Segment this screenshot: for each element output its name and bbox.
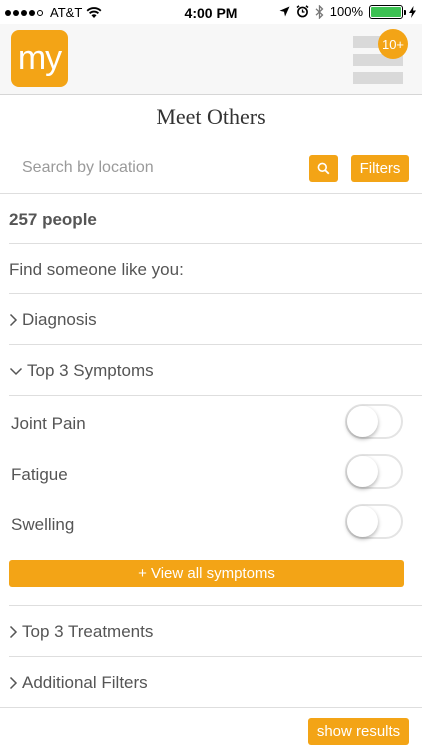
chevron-right-icon <box>9 676 18 690</box>
divider <box>9 605 422 606</box>
section-label: Diagnosis <box>22 310 97 329</box>
search-icon <box>317 162 330 175</box>
toggle-fatigue[interactable] <box>345 454 403 489</box>
battery-icon <box>369 4 406 19</box>
symptom-label-fatigue: Fatigue <box>11 465 68 484</box>
battery-percent: 100% <box>329 4 363 19</box>
section-treatments[interactable]: Top 3 Treatments <box>9 622 153 642</box>
charging-bolt-icon <box>409 5 416 18</box>
search-button[interactable] <box>309 155 338 182</box>
divider <box>9 656 422 657</box>
toggle-knob <box>347 456 378 487</box>
toggle-joint-pain[interactable] <box>345 404 403 439</box>
show-results-button[interactable]: show results <box>308 718 409 745</box>
page-title: Meet Others <box>156 104 266 129</box>
section-label: Additional Filters <box>22 673 148 692</box>
find-prompt: Find someone like you: <box>9 260 184 279</box>
section-diagnosis[interactable]: Diagnosis <box>9 310 97 330</box>
chevron-right-icon <box>9 625 18 639</box>
toggle-knob <box>347 506 378 537</box>
divider <box>9 395 422 396</box>
app-logo[interactable]: my <box>11 30 68 87</box>
chevron-down-icon <box>9 367 23 375</box>
search-input[interactable] <box>22 154 292 182</box>
bluetooth-icon <box>315 4 324 19</box>
filters-button[interactable]: Filters <box>351 155 409 182</box>
location-arrow-icon <box>279 6 290 17</box>
toggle-swelling[interactable] <box>345 504 403 539</box>
notification-badge[interactable]: 10+ <box>378 29 408 59</box>
section-label: Top 3 Symptoms <box>27 361 154 380</box>
divider <box>9 243 422 244</box>
app-header: my 10+ <box>0 24 422 95</box>
menu-bar <box>353 72 403 84</box>
divider <box>9 293 422 294</box>
divider <box>0 707 422 708</box>
section-label: Top 3 Treatments <box>22 622 154 641</box>
logo-text: my <box>17 39 62 77</box>
battery-level <box>371 6 401 17</box>
alarm-icon <box>296 5 309 18</box>
toggle-knob <box>347 406 378 437</box>
divider <box>0 193 422 194</box>
chevron-right-icon <box>9 313 18 327</box>
section-symptoms[interactable]: Top 3 Symptoms <box>9 361 154 381</box>
divider <box>9 344 422 345</box>
symptom-label-joint-pain: Joint Pain <box>11 414 86 433</box>
view-all-symptoms-button[interactable]: + View all symptoms <box>9 560 404 587</box>
people-count: 257 people <box>9 210 97 229</box>
status-right: 100% <box>279 4 416 19</box>
symptom-label-swelling: Swelling <box>11 515 75 534</box>
section-additional-filters[interactable]: Additional Filters <box>9 673 148 693</box>
status-bar: AT&T 4:00 PM 100% <box>0 0 422 24</box>
